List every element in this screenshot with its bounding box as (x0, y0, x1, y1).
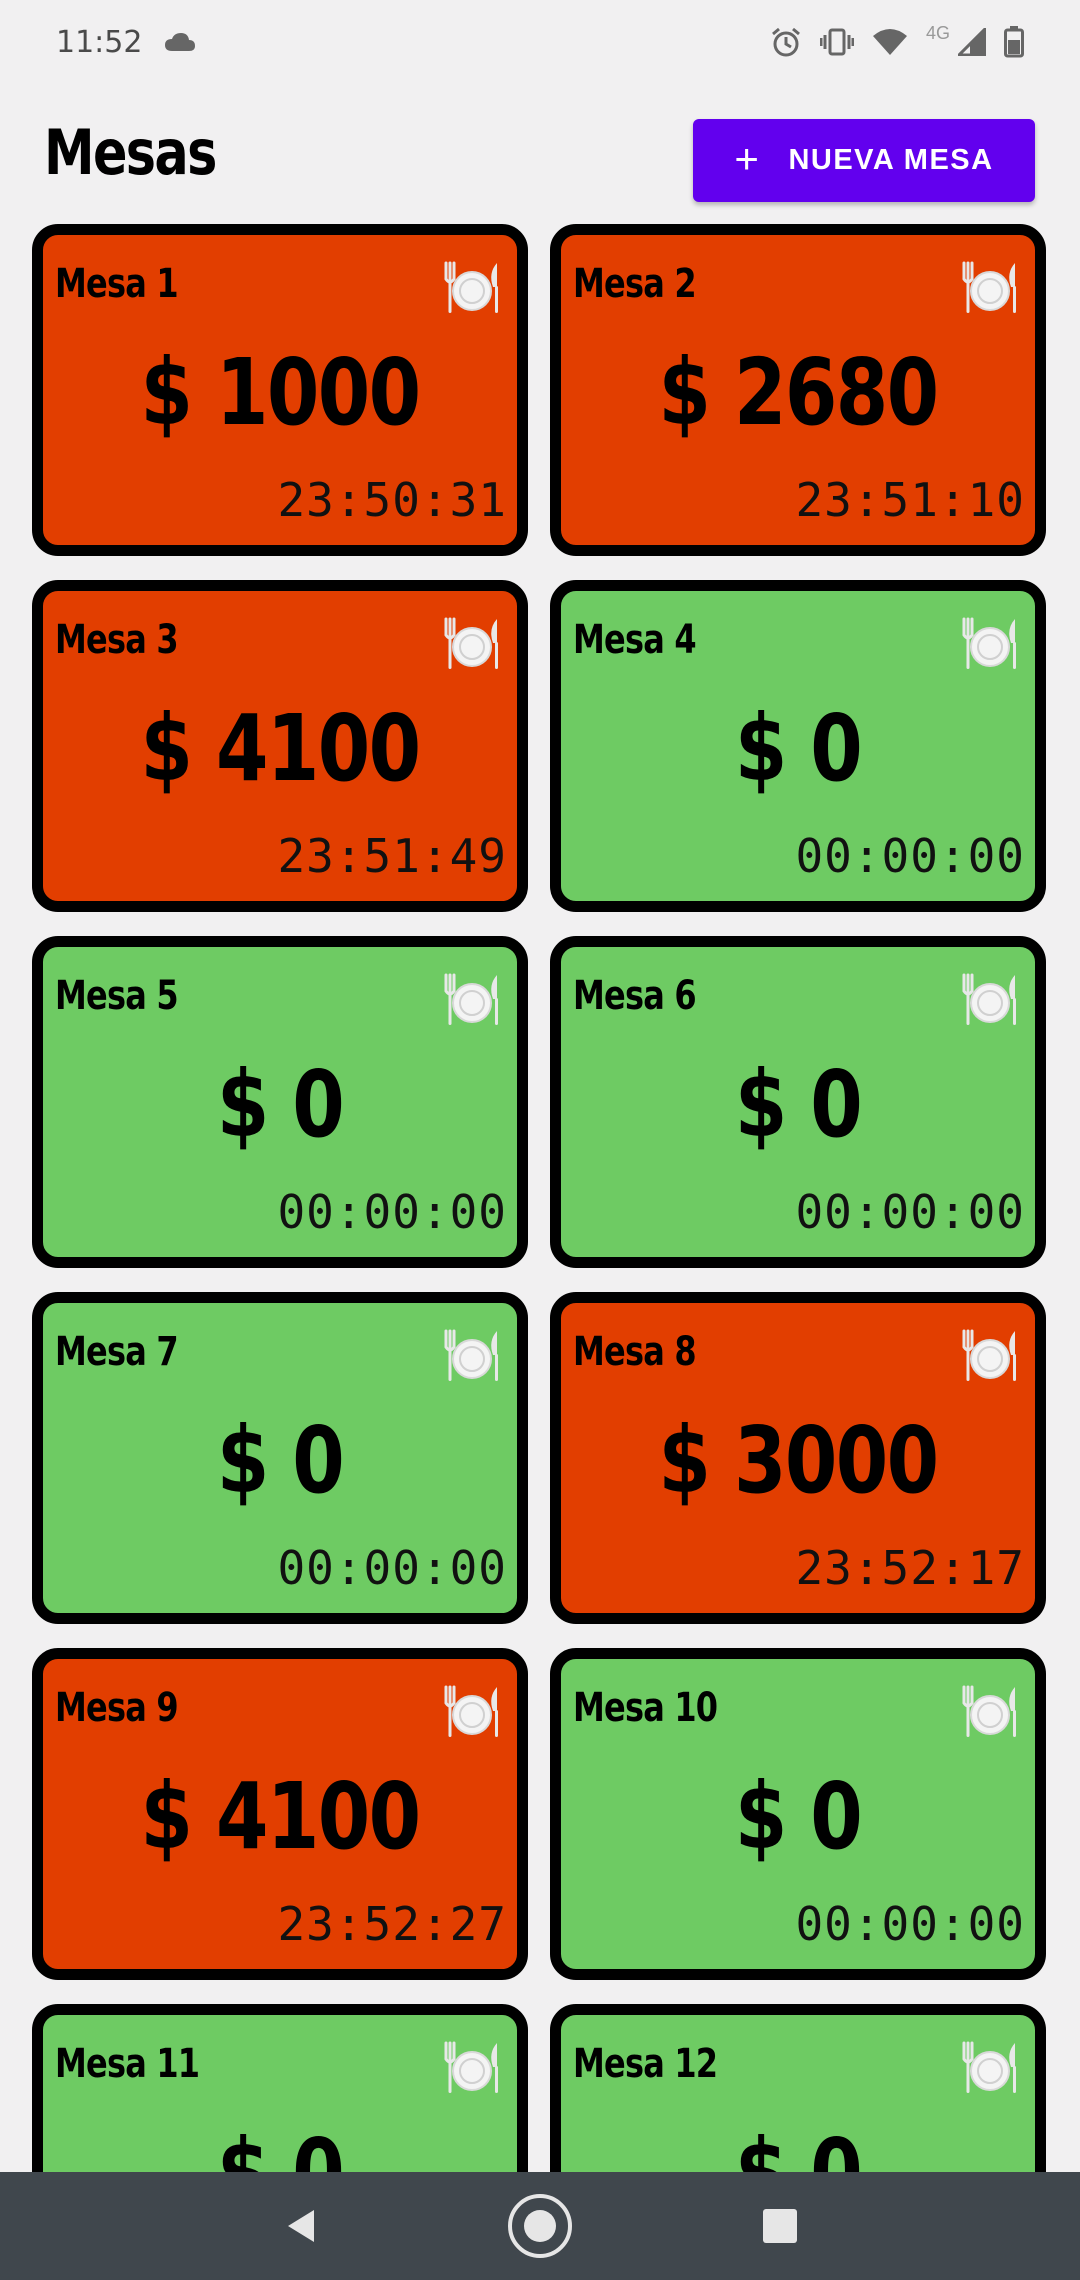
table-name: Mesa 3 (55, 617, 179, 663)
table-card-1[interactable]: Mesa 1 $ 1000 23:50:31 (32, 224, 528, 556)
table-name: Mesa 7 (55, 1329, 179, 1375)
fork-plate-knife-icon (441, 971, 503, 1034)
page-title: Mesas (44, 116, 217, 189)
fork-plate-knife-icon (441, 615, 503, 678)
fork-plate-knife-icon (959, 259, 1021, 322)
table-name: Mesa 8 (573, 1329, 697, 1375)
table-card-3[interactable]: Mesa 3 $ 4100 23:51:49 (32, 580, 528, 912)
table-amount: $ 0 (216, 1407, 345, 1514)
table-card-5[interactable]: Mesa 5 $ 0 00:00:00 (32, 936, 528, 1268)
table-card-7[interactable]: Mesa 7 $ 0 00:00:00 (32, 1292, 528, 1624)
new-table-button-label: NUEVA MESA (788, 144, 994, 176)
table-card-8[interactable]: Mesa 8 $ 3000 23:52:17 (550, 1292, 1046, 1624)
table-timer: 23:52:27 (277, 1897, 507, 1951)
recents-icon[interactable] (735, 2181, 825, 2271)
table-amount: $ 0 (216, 1051, 345, 1158)
table-timer: 00:00:00 (795, 1185, 1025, 1239)
page-header: Mesas + NUEVA MESA (0, 110, 1080, 210)
table-timer: 23:51:49 (277, 829, 507, 883)
table-timer: 23:52:17 (795, 1541, 1025, 1595)
network-type-label: 4G (925, 22, 950, 43)
table-name: Mesa 6 (573, 973, 697, 1019)
table-amount: $ 0 (734, 1763, 863, 1870)
fork-plate-knife-icon (441, 259, 503, 322)
table-card-10[interactable]: Mesa 10 $ 0 00:00:00 (550, 1648, 1046, 1980)
table-card-4[interactable]: Mesa 4 $ 0 00:00:00 (550, 580, 1046, 912)
table-timer: 00:00:00 (795, 829, 1025, 883)
status-time: 11:52 (56, 24, 143, 60)
new-table-button[interactable]: + NUEVA MESA (693, 119, 1035, 202)
table-timer: 00:00:00 (277, 1185, 507, 1239)
back-icon[interactable] (255, 2181, 345, 2271)
table-amount: $ 4100 (140, 695, 422, 802)
wifi-icon (872, 28, 908, 56)
table-amount: $ 0 (734, 1051, 863, 1158)
table-timer: 23:50:31 (277, 473, 507, 527)
signal-icon (958, 28, 986, 56)
alarm-icon (770, 26, 802, 58)
table-amount: $ 4100 (140, 1763, 422, 1870)
table-name: Mesa 5 (55, 973, 179, 1019)
status-right: 4G (770, 22, 1024, 58)
fork-plate-knife-icon (441, 1683, 503, 1746)
table-name: Mesa 11 (55, 2041, 200, 2087)
table-timer: 23:51:10 (795, 473, 1025, 527)
plus-icon: + (734, 134, 761, 182)
table-amount: $ 3000 (658, 1407, 940, 1514)
table-name: Mesa 12 (573, 2041, 718, 2087)
table-name: Mesa 9 (55, 1685, 179, 1731)
table-name: Mesa 10 (573, 1685, 718, 1731)
status-bar: 11:52 4G (0, 0, 1080, 84)
status-left: 11:52 (56, 25, 196, 60)
fork-plate-knife-icon (959, 971, 1021, 1034)
tables-grid: Mesa 1 $ 1000 23:50:31 Mesa 2 $ 2680 23:… (32, 224, 1048, 2280)
table-name: Mesa 1 (55, 261, 179, 307)
cloud-icon (164, 31, 196, 53)
table-name: Mesa 2 (573, 261, 697, 307)
fork-plate-knife-icon (959, 1327, 1021, 1390)
navigation-bar (0, 2172, 1080, 2280)
table-timer: 00:00:00 (277, 1541, 507, 1595)
home-icon[interactable] (495, 2181, 585, 2271)
table-timer: 00:00:00 (795, 1897, 1025, 1951)
table-name: Mesa 4 (573, 617, 697, 663)
fork-plate-knife-icon (441, 1327, 503, 1390)
fork-plate-knife-icon (441, 2039, 503, 2102)
table-amount: $ 2680 (658, 339, 940, 446)
table-amount: $ 0 (734, 695, 863, 802)
table-card-6[interactable]: Mesa 6 $ 0 00:00:00 (550, 936, 1046, 1268)
vibrate-icon (819, 27, 854, 57)
app-screen: 11:52 4G Mesas + NUEVA MESA Mesa 1 $ 100… (0, 0, 1080, 2280)
fork-plate-knife-icon (959, 2039, 1021, 2102)
battery-icon (1004, 26, 1024, 58)
table-card-9[interactable]: Mesa 9 $ 4100 23:52:27 (32, 1648, 528, 1980)
fork-plate-knife-icon (959, 1683, 1021, 1746)
table-amount: $ 1000 (140, 339, 422, 446)
fork-plate-knife-icon (959, 615, 1021, 678)
table-card-2[interactable]: Mesa 2 $ 2680 23:51:10 (550, 224, 1046, 556)
